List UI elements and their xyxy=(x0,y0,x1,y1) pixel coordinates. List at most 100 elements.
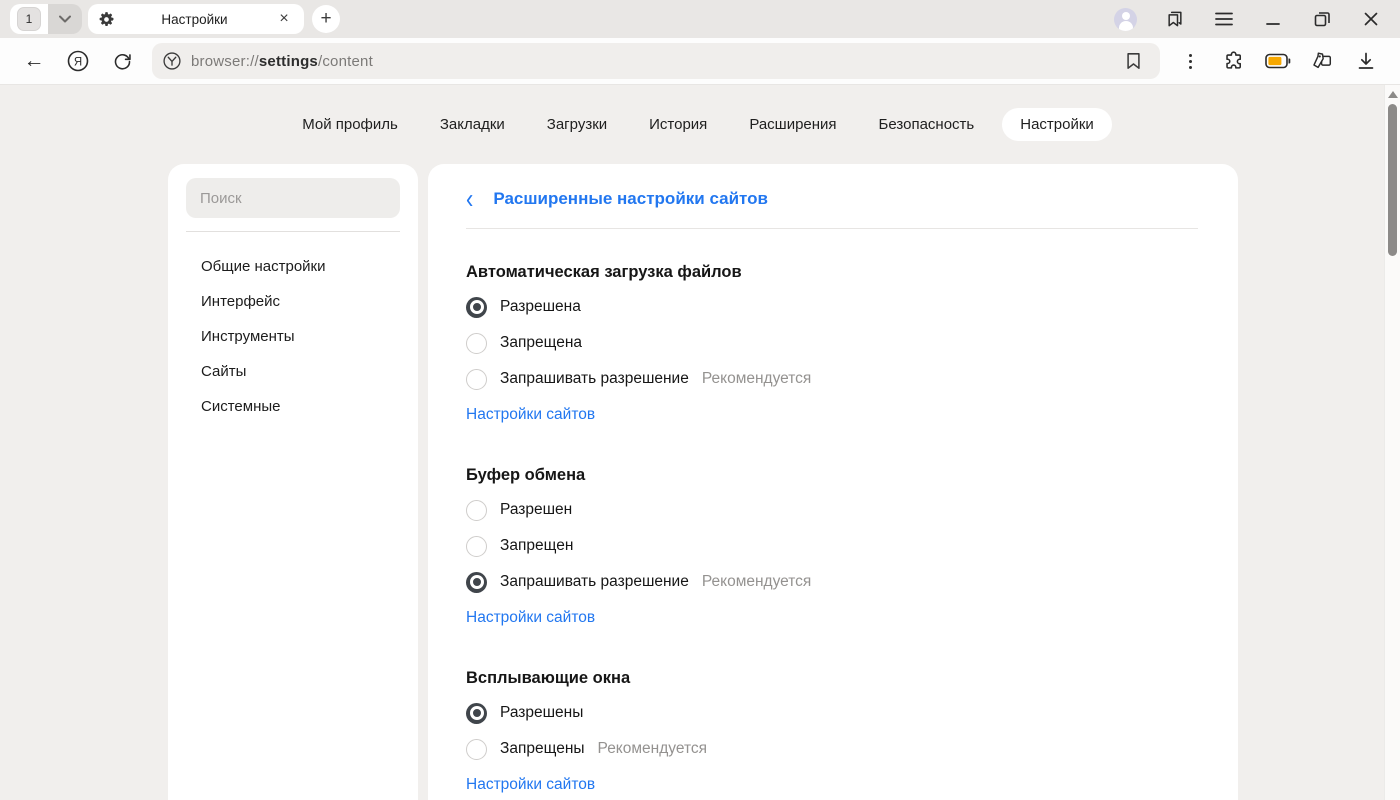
site-settings-link[interactable]: Настройки сайтов xyxy=(466,776,595,794)
tab-settings[interactable]: Настройки xyxy=(1002,108,1112,141)
tab-close-icon[interactable]: × xyxy=(274,10,294,28)
settings-sidebar: Общие настройки Интерфейс Инструменты Са… xyxy=(168,164,418,800)
header-divider xyxy=(466,228,1198,229)
radio-row: Разрешены xyxy=(466,702,1198,724)
radio-row: Запрашивать разрешение Рекомендуется xyxy=(466,368,1198,390)
radio-unselected[interactable] xyxy=(466,333,487,354)
menu-button[interactable] xyxy=(1213,8,1235,30)
restore-button[interactable] xyxy=(1311,8,1333,30)
sidebar-item-tools[interactable]: Инструменты xyxy=(186,319,400,354)
radio-row: Запрашивать разрешение Рекомендуется xyxy=(466,571,1198,593)
tab-count-badge: 1 xyxy=(17,7,41,31)
scrollbar-up-arrow[interactable] xyxy=(1388,91,1398,98)
reload-button[interactable] xyxy=(102,44,142,78)
site-settings-link[interactable]: Настройки сайтов xyxy=(466,609,595,627)
bookmarks-stack-icon xyxy=(1165,9,1185,29)
settings-content: ‹ Расширенные настройки сайтов Автоматич… xyxy=(428,164,1238,800)
radio-row: Запрещены Рекомендуется xyxy=(466,738,1198,760)
back-chevron-icon[interactable]: ‹ xyxy=(466,185,473,213)
tab-title: Настройки xyxy=(115,12,274,27)
downloads-button[interactable] xyxy=(1346,44,1386,78)
settings-nav-tabs: Мой профиль Закладки Загрузки История Ра… xyxy=(0,85,1400,164)
tab-group-control: 1 xyxy=(10,4,82,34)
sidebar-item-interface[interactable]: Интерфейс xyxy=(186,284,400,319)
yandex-home-button[interactable]: Я xyxy=(58,44,98,78)
radio-selected[interactable] xyxy=(466,703,487,724)
kebab-menu-icon xyxy=(1189,54,1192,69)
browser-tab-settings[interactable]: Настройки × xyxy=(88,4,304,34)
extensions-button[interactable] xyxy=(1214,44,1254,78)
radio-row: Разрешен xyxy=(466,499,1198,521)
radio-unselected[interactable] xyxy=(466,536,487,557)
recommended-hint: Рекомендуется xyxy=(702,573,811,591)
section-heading: Автоматическая загрузка файлов xyxy=(466,263,1198,282)
tab-list-dropdown-button[interactable] xyxy=(48,4,82,34)
tabs-sync-button[interactable] xyxy=(1302,44,1342,78)
radio-label[interactable]: Запрещены xyxy=(500,740,585,758)
svg-text:Я: Я xyxy=(74,56,82,68)
close-window-button[interactable] xyxy=(1360,8,1382,30)
toolbar: ← Я browser://settings/content xyxy=(0,38,1400,85)
site-settings-link[interactable]: Настройки сайтов xyxy=(466,406,595,424)
radio-label[interactable]: Разрешен xyxy=(500,501,572,519)
puzzle-icon xyxy=(1223,50,1245,72)
page-scrollbar[interactable] xyxy=(1384,85,1400,800)
recommended-hint: Рекомендуется xyxy=(598,740,707,758)
radio-unselected[interactable] xyxy=(466,369,487,390)
yandex-logo-icon: Я xyxy=(66,49,90,73)
sidebar-divider xyxy=(186,231,400,232)
section-heading: Буфер обмена xyxy=(466,466,1198,485)
tab-count-button[interactable]: 1 xyxy=(10,4,48,34)
radio-label[interactable]: Разрешена xyxy=(500,298,581,316)
reload-icon xyxy=(112,51,133,72)
tab-my-profile[interactable]: Мой профиль xyxy=(288,108,412,141)
radio-label[interactable]: Запрашивать разрешение xyxy=(500,573,689,591)
address-bar[interactable]: browser://settings/content xyxy=(152,43,1160,79)
radio-label[interactable]: Запрещен xyxy=(500,537,573,555)
battery-icon xyxy=(1265,53,1291,69)
radio-selected[interactable] xyxy=(466,297,487,318)
recommended-hint: Рекомендуется xyxy=(702,370,811,388)
radio-unselected[interactable] xyxy=(466,739,487,760)
scrollbar-thumb[interactable] xyxy=(1388,104,1397,256)
radio-unselected[interactable] xyxy=(466,500,487,521)
tab-extensions[interactable]: Расширения xyxy=(735,108,850,141)
sidebar-item-general[interactable]: Общие настройки xyxy=(186,249,400,284)
section-auto-download: Автоматическая загрузка файлов Разрешена… xyxy=(466,263,1198,424)
minimize-icon xyxy=(1266,12,1280,26)
sidebar-item-sites[interactable]: Сайты xyxy=(186,354,400,389)
page-title[interactable]: Расширенные настройки сайтов xyxy=(493,189,768,209)
tab-bookmarks[interactable]: Закладки xyxy=(426,108,519,141)
minimize-button[interactable] xyxy=(1262,8,1284,30)
chevron-down-icon xyxy=(59,15,71,23)
close-icon xyxy=(1364,12,1378,26)
radio-selected[interactable] xyxy=(466,572,487,593)
search-input[interactable] xyxy=(186,178,400,218)
radio-label[interactable]: Запрещена xyxy=(500,334,582,352)
section-clipboard: Буфер обмена Разрешен Запрещен Запрашива… xyxy=(466,466,1198,627)
back-button[interactable]: ← xyxy=(14,44,54,78)
bookmark-flag-icon xyxy=(1125,52,1142,70)
settings-page: Мой профиль Закладки Загрузки История Ра… xyxy=(0,85,1400,800)
tab-downloads[interactable]: Загрузки xyxy=(533,108,621,141)
gear-icon xyxy=(98,11,115,28)
tab-history[interactable]: История xyxy=(635,108,721,141)
battery-saver-button[interactable] xyxy=(1258,44,1298,78)
section-popups: Всплывающие окна Разрешены Запрещены Рек… xyxy=(466,669,1198,794)
tab-security[interactable]: Безопасность xyxy=(865,108,989,141)
url-text: browser://settings/content xyxy=(191,53,373,70)
download-icon xyxy=(1356,51,1376,71)
radio-row: Запрещен xyxy=(466,535,1198,557)
profile-avatar[interactable] xyxy=(1114,8,1137,31)
bookmarks-panel-button[interactable] xyxy=(1164,8,1186,30)
restore-icon xyxy=(1314,11,1330,27)
new-tab-button[interactable]: + xyxy=(312,5,340,33)
radio-label[interactable]: Запрашивать разрешение xyxy=(500,370,689,388)
radio-row: Разрешена xyxy=(466,296,1198,318)
more-actions-button[interactable] xyxy=(1170,44,1210,78)
add-bookmark-button[interactable] xyxy=(1116,46,1150,76)
sidebar-item-system[interactable]: Системные xyxy=(186,389,400,424)
titlebar: 1 Настройки × + xyxy=(0,0,1400,38)
radio-label[interactable]: Разрешены xyxy=(500,704,583,722)
site-browser-icon xyxy=(162,51,182,71)
